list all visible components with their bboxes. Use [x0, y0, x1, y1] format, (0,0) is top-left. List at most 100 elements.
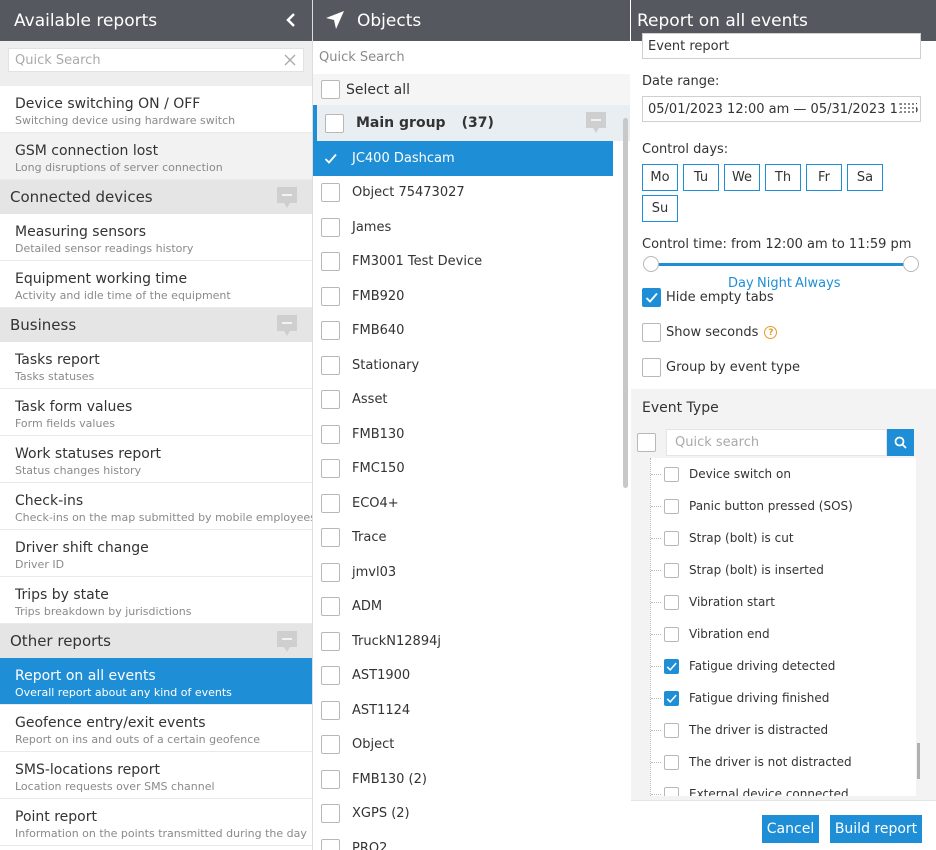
report-name-field[interactable]: Event report — [642, 33, 921, 59]
group-connected-devices[interactable]: Connected devices — [0, 180, 312, 214]
report-search-input[interactable]: Quick Search — [8, 48, 304, 72]
object-checkbox[interactable] — [321, 631, 340, 651]
day-toggle-sa[interactable]: Sa — [847, 164, 883, 191]
cancel-button[interactable]: Cancel — [762, 815, 819, 843]
object-row[interactable]: FMB130 — [313, 417, 613, 452]
object-row[interactable]: Trace — [313, 521, 613, 556]
object-row[interactable]: James — [313, 210, 613, 245]
object-row-selected[interactable]: JC400 Dashcam — [313, 141, 613, 176]
report-item[interactable]: Work statuses report Status changes hist… — [0, 436, 312, 483]
object-row[interactable]: Object 75473027 — [313, 176, 613, 211]
main-group-row[interactable]: Main group (37) — [313, 105, 630, 141]
time-slider-end-handle[interactable] — [903, 256, 919, 272]
event-type-row[interactable]: Vibration start — [651, 586, 916, 618]
object-checkbox[interactable] — [321, 390, 340, 410]
object-checkbox[interactable] — [321, 252, 340, 272]
object-checkbox[interactable] — [321, 286, 340, 306]
object-row[interactable]: FMB130 (2) — [313, 762, 613, 797]
object-row[interactable]: FMB920 — [313, 279, 613, 314]
objects-search-input[interactable]: Quick Search — [313, 41, 630, 74]
event-type-row[interactable]: Vibration end — [651, 618, 916, 650]
object-row[interactable]: AST1124 — [313, 693, 613, 728]
group-by-event-type-checkbox[interactable] — [642, 358, 661, 377]
object-checkbox[interactable] — [321, 735, 340, 755]
event-search-button[interactable] — [887, 429, 914, 456]
object-row[interactable]: ECO4+ — [313, 486, 613, 521]
event-type-row[interactable]: Fatigue driving detected — [651, 650, 916, 682]
event-checkbox[interactable] — [664, 626, 679, 642]
object-row[interactable]: Object — [313, 728, 613, 763]
show-seconds-option[interactable]: Show seconds ? — [642, 323, 778, 342]
show-seconds-checkbox[interactable] — [642, 323, 661, 342]
object-checkbox[interactable] — [321, 769, 340, 789]
object-checkbox[interactable] — [321, 804, 340, 824]
object-checkbox[interactable] — [321, 666, 340, 686]
object-checkbox[interactable] — [321, 459, 340, 479]
day-toggle-fr[interactable]: Fr — [806, 164, 842, 191]
group-business[interactable]: Business — [0, 308, 312, 342]
object-checkbox[interactable] — [321, 838, 340, 850]
object-row[interactable]: ADM — [313, 590, 613, 625]
day-toggle-su[interactable]: Su — [642, 195, 678, 222]
event-type-row[interactable]: Strap (bolt) is inserted — [651, 554, 916, 586]
group-by-event-type-option[interactable]: Group by event type — [642, 358, 800, 377]
object-checkbox[interactable] — [321, 424, 340, 444]
collapse-chevron-icon[interactable] — [282, 9, 300, 31]
time-slider-start-handle[interactable] — [643, 256, 659, 272]
object-row[interactable]: TruckN12894j — [313, 624, 613, 659]
object-checkbox-checked[interactable] — [321, 149, 340, 168]
day-toggle-we[interactable]: We — [724, 164, 760, 191]
report-item[interactable]: Tasks report Tasks statuses — [0, 342, 312, 389]
object-checkbox[interactable] — [321, 528, 340, 548]
report-item[interactable]: Driver shift change Driver ID — [0, 530, 312, 577]
day-toggle-th[interactable]: Th — [765, 164, 801, 191]
report-item[interactable]: Geofence entry/exit events Report on ins… — [0, 705, 312, 752]
report-item[interactable]: SMS-locations report Location requests o… — [0, 752, 312, 799]
group-other-reports[interactable]: Other reports — [0, 624, 312, 658]
event-checkbox[interactable] — [664, 722, 679, 738]
calendar-icon[interactable] — [900, 103, 916, 115]
group-collapse-icon[interactable] — [277, 631, 297, 653]
event-checkbox-checked[interactable] — [664, 658, 679, 674]
select-all-events-checkbox[interactable] — [637, 433, 656, 452]
object-checkbox[interactable] — [321, 562, 340, 582]
event-type-row[interactable]: Fatigue driving finished — [651, 682, 916, 714]
select-all-checkbox[interactable] — [321, 80, 340, 99]
help-question-icon[interactable]: ? — [764, 326, 778, 339]
hide-empty-tabs-checkbox[interactable] — [642, 288, 661, 307]
object-row[interactable]: XGPS (2) — [313, 797, 613, 832]
date-range-field[interactable]: 05/01/2023 12:00 am — 05/31/2023 11:5 — [642, 96, 921, 122]
event-type-row[interactable]: Device switch on — [651, 458, 916, 490]
object-checkbox[interactable] — [321, 183, 340, 203]
object-checkbox[interactable] — [321, 493, 340, 513]
report-item[interactable]: Check-ins Check-ins on the map submitted… — [0, 483, 312, 530]
object-row[interactable]: FM3001 Test Device — [313, 245, 613, 280]
event-checkbox[interactable] — [664, 530, 679, 546]
day-toggle-tu[interactable]: Tu — [683, 164, 719, 191]
event-checkbox[interactable] — [664, 498, 679, 514]
report-item[interactable]: Point report Information on the points t… — [0, 799, 312, 846]
object-row[interactable]: PRO2 — [313, 831, 613, 850]
day-toggle-mo[interactable]: Mo — [642, 164, 678, 191]
report-item[interactable]: Device switching ON / OFF Switching devi… — [0, 86, 312, 133]
report-item-selected[interactable]: Report on all events Overall report abou… — [0, 658, 312, 705]
select-all-row[interactable]: Select all — [313, 74, 630, 105]
event-list-scrollbar[interactable] — [917, 743, 920, 779]
group-collapse-icon[interactable] — [277, 315, 297, 337]
object-row[interactable]: FMB640 — [313, 314, 613, 349]
event-checkbox[interactable] — [664, 466, 679, 482]
event-type-row[interactable]: The driver is distracted — [651, 714, 916, 746]
report-item[interactable]: GSM connection lost Long disruptions of … — [0, 133, 312, 180]
event-checkbox[interactable] — [664, 562, 679, 578]
object-row[interactable]: FMC150 — [313, 452, 613, 487]
report-item[interactable]: Equipment working time Activity and idle… — [0, 261, 312, 308]
event-checkbox-checked[interactable] — [664, 690, 679, 706]
object-checkbox[interactable] — [321, 217, 340, 237]
event-type-row[interactable]: Panic button pressed (SOS) — [651, 490, 916, 522]
object-checkbox[interactable] — [321, 321, 340, 341]
time-range-slider-track[interactable] — [649, 263, 911, 266]
report-item[interactable]: Task form values Form fields values — [0, 389, 312, 436]
objects-scrollbar[interactable] — [623, 118, 628, 488]
report-item[interactable]: Trips by state Trips breakdown by jurisd… — [0, 577, 312, 624]
main-group-checkbox[interactable] — [325, 113, 344, 133]
